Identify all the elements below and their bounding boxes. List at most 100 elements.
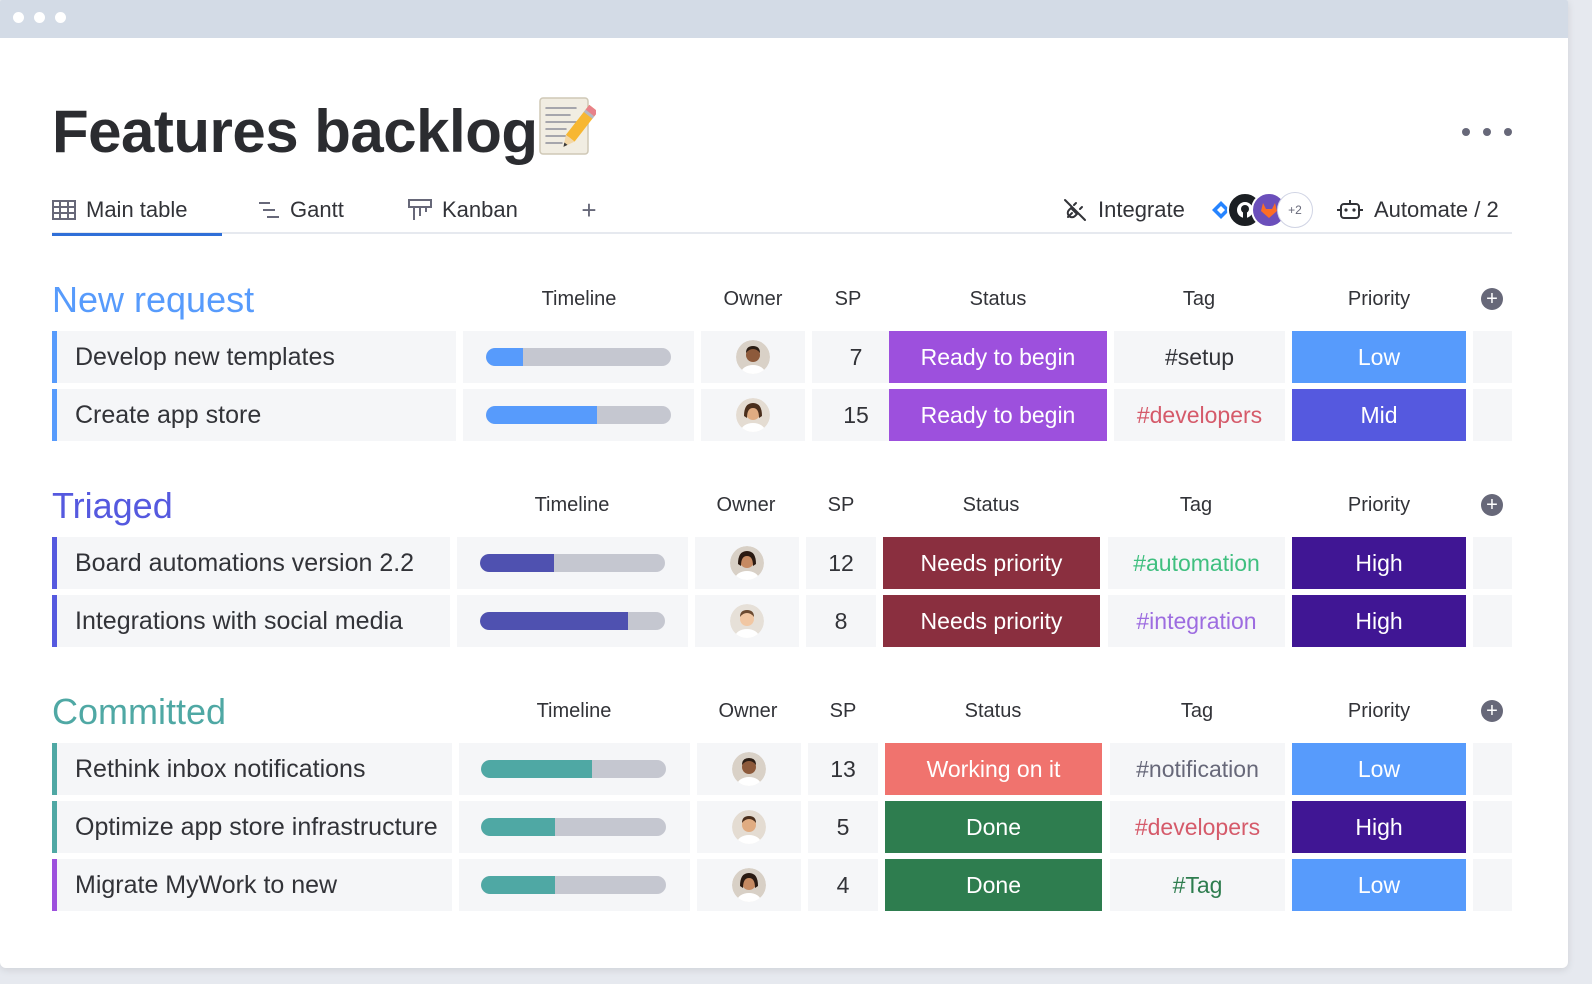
item-name-cell[interactable]: Integrations with social media (52, 595, 450, 647)
timeline-cell[interactable] (459, 801, 690, 853)
item-name-cell[interactable]: Rethink inbox notifications (52, 743, 452, 795)
tag-cell[interactable]: #automation (1108, 537, 1285, 589)
tag-cell[interactable]: #Tag (1110, 859, 1285, 911)
woman-avatar[interactable] (732, 868, 766, 902)
column-header-tag[interactable]: Tag (1139, 288, 1259, 311)
integrate-button[interactable]: Integrate (1062, 186, 1185, 234)
column-header-priority[interactable]: Priority (1319, 288, 1439, 311)
tab-main-table[interactable]: Main table (52, 186, 222, 236)
man-avatar[interactable] (732, 752, 766, 786)
woman-avatar[interactable] (736, 398, 770, 432)
item-name-cell[interactable]: Board automations version 2.2 (52, 537, 450, 589)
tag-cell[interactable]: #integration (1108, 595, 1285, 647)
item-name[interactable]: Rethink inbox notifications (75, 743, 452, 795)
board-title[interactable]: Features backlog (52, 96, 538, 168)
man-avatar[interactable] (732, 810, 766, 844)
status-label[interactable]: Working on it (885, 743, 1102, 795)
timeline-cell[interactable] (463, 331, 694, 383)
owner-cell[interactable] (697, 743, 801, 795)
empty-column-cell[interactable] (1473, 331, 1512, 383)
item-name-cell[interactable]: Develop new templates (52, 331, 456, 383)
priority-label[interactable]: High (1292, 801, 1466, 853)
man-avatar[interactable] (736, 340, 770, 374)
item-name-cell[interactable]: Migrate MyWork to new (52, 859, 452, 911)
table-row[interactable]: Board automations version 2.2 12 Needs pri… (52, 537, 1512, 589)
tab-gantt[interactable]: Gantt (258, 186, 344, 234)
automate-button[interactable]: Automate / 2 (1336, 186, 1499, 234)
table-row[interactable]: Migrate MyWork to new 4 Done #Tag Low (52, 859, 1512, 911)
tag-cell[interactable]: #developers (1114, 389, 1285, 441)
owner-cell[interactable] (697, 859, 801, 911)
tag-cell[interactable]: #setup (1114, 331, 1285, 383)
priority-label[interactable]: Low (1292, 743, 1466, 795)
status-label[interactable]: Done (885, 801, 1102, 853)
column-header-timeline[interactable]: Timeline (514, 700, 634, 723)
add-view-button[interactable]: + (578, 186, 600, 234)
status-label[interactable]: Needs priority (883, 595, 1100, 647)
owner-cell[interactable] (695, 595, 799, 647)
item-name[interactable]: Develop new templates (75, 331, 456, 383)
empty-column-cell[interactable] (1473, 537, 1512, 589)
column-header-status[interactable]: Status (933, 700, 1053, 723)
empty-column-cell[interactable] (1473, 595, 1512, 647)
item-name[interactable]: Board automations version 2.2 (75, 537, 450, 589)
column-header-status[interactable]: Status (931, 494, 1051, 517)
tab-kanban[interactable]: Kanban (408, 186, 518, 234)
status-label[interactable]: Needs priority (883, 537, 1100, 589)
add-column-button[interactable]: + (1481, 288, 1503, 310)
item-name[interactable]: Integrations with social media (75, 595, 450, 647)
table-row[interactable]: Integrations with social media 8 Needs pri… (52, 595, 1512, 647)
column-header-timeline[interactable]: Timeline (512, 494, 632, 517)
timeline-cell[interactable] (457, 537, 688, 589)
add-column-button[interactable]: + (1481, 700, 1503, 722)
column-header-tag[interactable]: Tag (1137, 700, 1257, 723)
story-points-cell[interactable]: 13 (808, 743, 878, 795)
empty-column-cell[interactable] (1473, 859, 1512, 911)
item-name-cell[interactable]: Create app store (52, 389, 456, 441)
tag-cell[interactable]: #notification (1110, 743, 1285, 795)
priority-label[interactable]: High (1292, 537, 1466, 589)
story-points-cell[interactable]: 4 (808, 859, 878, 911)
column-header-priority[interactable]: Priority (1319, 494, 1439, 517)
item-name[interactable]: Create app store (75, 389, 456, 441)
empty-column-cell[interactable] (1473, 801, 1512, 853)
window-control-dot[interactable] (34, 12, 45, 23)
woman-avatar[interactable] (730, 546, 764, 580)
window-control-dot[interactable] (13, 12, 24, 23)
story-points-cell[interactable]: 5 (808, 801, 878, 853)
owner-cell[interactable] (701, 331, 805, 383)
column-header-priority[interactable]: Priority (1319, 700, 1439, 723)
status-label[interactable]: Ready to begin (889, 331, 1107, 383)
priority-label[interactable]: Low (1292, 859, 1466, 911)
owner-cell[interactable] (697, 801, 801, 853)
table-row[interactable]: Create app store 15 Ready to begin #develop… (52, 389, 1512, 441)
tag-cell[interactable]: #developers (1110, 801, 1285, 853)
timeline-cell[interactable] (457, 595, 688, 647)
column-header-status[interactable]: Status (938, 288, 1058, 311)
timeline-cell[interactable] (463, 389, 694, 441)
priority-label[interactable]: Low (1292, 331, 1466, 383)
group-title[interactable]: Triaged (52, 484, 173, 528)
story-points-cell[interactable]: 12 (806, 537, 876, 589)
empty-column-cell[interactable] (1473, 743, 1512, 795)
item-name[interactable]: Optimize app store infrastructure (75, 801, 452, 853)
table-row[interactable]: Develop new templates 7 Ready to begin #set… (52, 331, 1512, 383)
priority-label[interactable]: High (1292, 595, 1466, 647)
timeline-cell[interactable] (459, 859, 690, 911)
group-title[interactable]: Committed (52, 690, 226, 734)
table-row[interactable]: Optimize app store infrastructure 5 Done #d… (52, 801, 1512, 853)
column-header-tag[interactable]: Tag (1136, 494, 1256, 517)
priority-label[interactable]: Mid (1292, 389, 1466, 441)
table-row[interactable]: Rethink inbox notifications 13 Working on … (52, 743, 1512, 795)
more-options-icon[interactable] (1462, 120, 1512, 144)
item-name[interactable]: Migrate MyWork to new (75, 859, 452, 911)
column-header-timeline[interactable]: Timeline (519, 288, 639, 311)
story-points-cell[interactable]: 8 (806, 595, 876, 647)
group-title[interactable]: New request (52, 278, 254, 322)
story-points-cell[interactable]: 7 (812, 331, 900, 383)
window-control-dot[interactable] (55, 12, 66, 23)
integrations-stack[interactable]: +2 (1203, 189, 1315, 231)
column-header-sp[interactable]: SP (783, 700, 903, 723)
status-label[interactable]: Ready to begin (889, 389, 1107, 441)
column-header-sp[interactable]: SP (788, 288, 908, 311)
